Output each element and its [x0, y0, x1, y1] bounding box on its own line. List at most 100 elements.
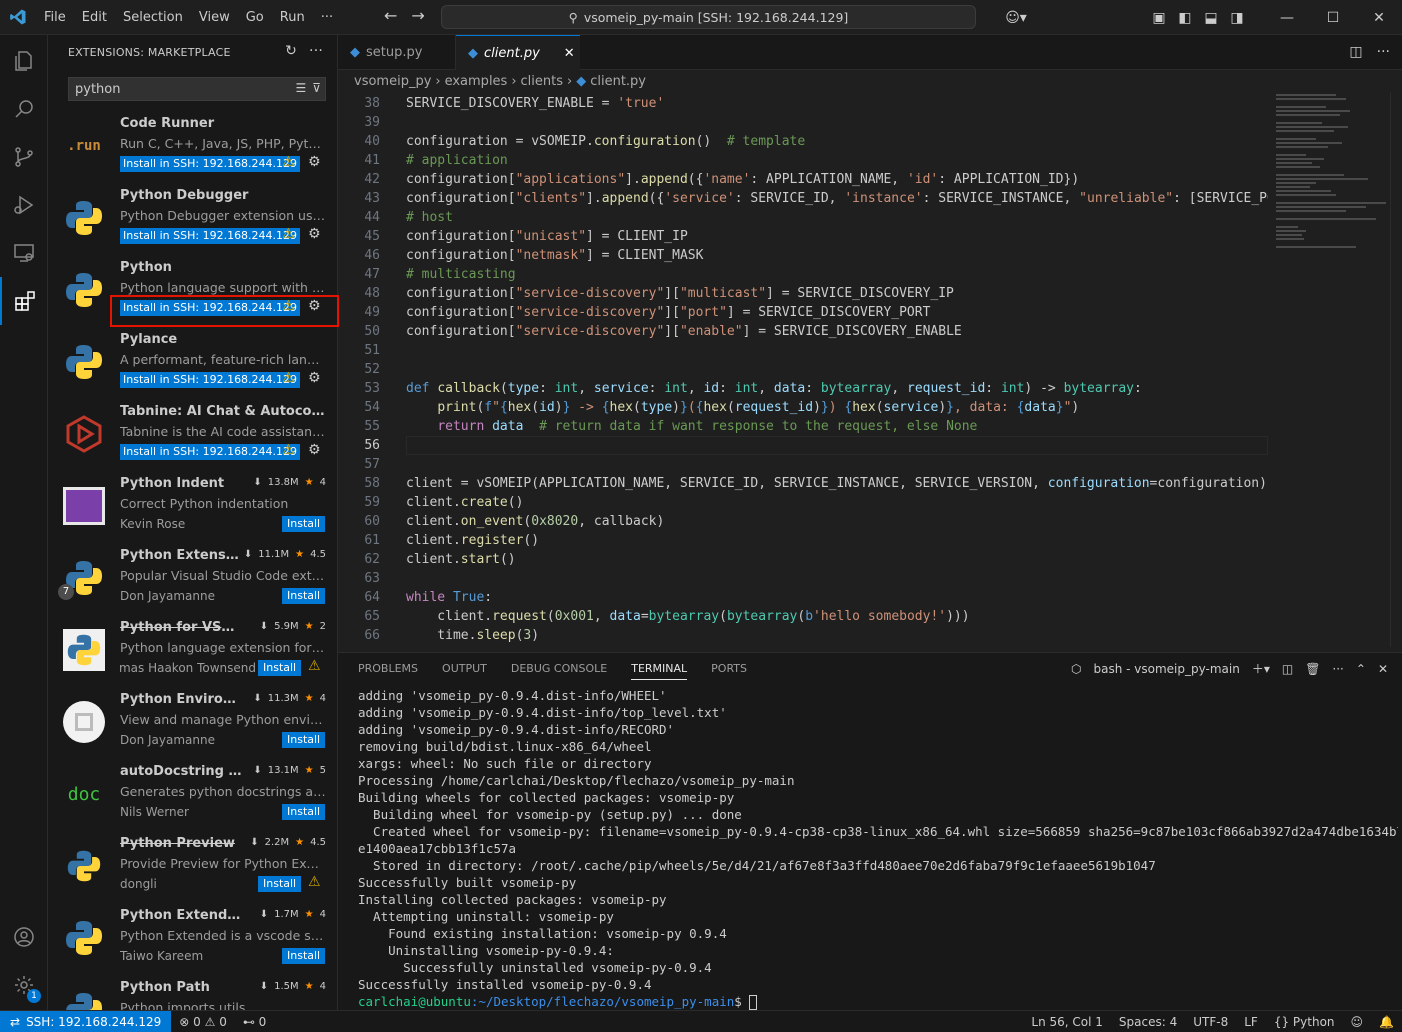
install-button[interactable]: Install [258, 876, 302, 892]
tab-output[interactable]: OUTPUT [442, 662, 487, 675]
extension-item[interactable]: Tabnine: AI Chat & Autocomplete for Java… [48, 398, 337, 470]
extension-item[interactable]: Python Preview ⬇ 2.2M ★ 4.5 Provide Preview… [48, 830, 337, 902]
filter-icon[interactable]: ⊽ [312, 81, 321, 95]
customize-layout-icon[interactable]: ▣ [1146, 10, 1172, 26]
language-mode[interactable]: {} Python [1266, 1015, 1343, 1029]
warning-icon[interactable]: ⚠ [282, 154, 295, 170]
close-window-icon[interactable]: ✕ [1356, 10, 1402, 26]
remote-indicator[interactable]: ⇄ SSH: 192.168.244.129 [0, 1010, 172, 1032]
manage-gear-icon[interactable]: ⚙ [308, 370, 321, 386]
warning-icon[interactable]: ⚠ [282, 370, 295, 386]
install-ssh-button[interactable]: Install in SSH: 192.168.244.129 [120, 156, 301, 172]
account-icon[interactable] [0, 913, 48, 961]
install-button[interactable]: Install [282, 804, 326, 820]
code-editor[interactable]: 38 SERVICE_DISCOVERY_ENABLE = 'true' 39 4… [338, 94, 1268, 647]
install-button[interactable]: Install [282, 516, 326, 532]
menu-run[interactable]: Run [272, 0, 313, 35]
terminal-name[interactable]: bash - vsomeip_py-main [1093, 662, 1239, 676]
tab-terminal[interactable]: TERMINAL [631, 662, 688, 680]
clear-filter-icon[interactable]: ☰ [295, 81, 306, 95]
more-actions-icon[interactable]: ··· [1377, 44, 1390, 60]
maximize-icon[interactable]: ☐ [1310, 10, 1356, 26]
explorer-icon[interactable] [0, 37, 48, 85]
copilot-status-icon[interactable]: ☺ [1343, 1015, 1372, 1029]
extension-item[interactable]: Python Indent ⬇ 13.8M ★ 4 Correct Python in… [48, 470, 337, 542]
minimize-icon[interactable]: — [1264, 10, 1310, 26]
more-actions-icon[interactable]: ··· [1332, 662, 1343, 676]
breadcrumb-item[interactable]: client.py [590, 74, 646, 89]
manage-gear-icon[interactable]: 1 [0, 961, 48, 1009]
extension-item[interactable]: Python Debugger Python Debugger extensio… [48, 182, 337, 254]
extension-item[interactable]: Python Environment Manager ⬇ 11.3M ★ 4 View… [48, 686, 337, 758]
install-button[interactable]: Install [258, 660, 302, 676]
install-ssh-button[interactable]: Install in SSH: 192.168.244.129 [120, 444, 301, 460]
back-arrow-icon[interactable]: ← [384, 6, 397, 25]
source-control-icon[interactable] [0, 133, 48, 181]
copilot-icon[interactable]: ☺▾ [996, 10, 1036, 26]
forward-arrow-icon[interactable]: → [411, 6, 424, 25]
menu-file[interactable]: File [36, 0, 74, 35]
extension-item[interactable]: Pylance A performant, feature-rich langu… [48, 326, 337, 398]
warning-icon[interactable]: ⚠ [282, 226, 295, 242]
extension-item[interactable]: Python Extended ⬇ 1.7M ★ 4 Python Extended … [48, 902, 337, 974]
close-panel-icon[interactable]: ✕ [1378, 662, 1388, 676]
install-ssh-button[interactable]: Install in SSH: 192.168.244.129 [120, 372, 301, 388]
ports-status[interactable]: ⊷ 0 [235, 1015, 274, 1029]
split-editor-icon[interactable]: ◫ [1349, 44, 1362, 60]
extension-item[interactable]: Python Path ⬇ 1.5M ★ 4 Python imports utils… [48, 974, 337, 1010]
indentation[interactable]: Spaces: 4 [1111, 1015, 1185, 1029]
extensions-search-input[interactable]: python ☰ ⊽ [68, 77, 326, 101]
cursor-position[interactable]: Ln 56, Col 1 [1023, 1015, 1111, 1029]
tab-debug-console[interactable]: DEBUG CONSOLE [511, 662, 607, 675]
breadcrumb-item[interactable]: examples [445, 74, 508, 89]
manage-gear-icon[interactable]: ⚙ [308, 154, 321, 170]
menu-go[interactable]: Go [238, 0, 272, 35]
install-ssh-button[interactable]: Install in SSH: 192.168.244.129 [120, 228, 301, 244]
more-actions-icon[interactable]: ··· [309, 43, 323, 59]
extension-item[interactable]: doc autoDocstring - Python Docstring Gen… [48, 758, 337, 830]
manage-gear-icon[interactable]: ⚙ [308, 442, 321, 458]
tab-client-py[interactable]: ◆ client.py ✕ [456, 35, 580, 70]
menu-more[interactable]: ··· [313, 0, 341, 35]
extension-item[interactable]: 7 Python Extension Pack ⬇ 11.1M ★ 4.5 Popul… [48, 542, 337, 614]
menu-selection[interactable]: Selection [115, 0, 191, 35]
menu-view[interactable]: View [191, 0, 238, 35]
toggle-secondary-sidebar-icon[interactable]: ◨ [1224, 10, 1250, 26]
close-tab-icon[interactable]: ✕ [564, 46, 575, 61]
run-debug-icon[interactable] [0, 181, 48, 229]
toggle-panel-icon[interactable]: ⬓ [1198, 10, 1224, 26]
install-button[interactable]: Install [282, 732, 326, 748]
maximize-panel-icon[interactable]: ⌃ [1356, 662, 1366, 676]
refresh-icon[interactable]: ↻ [285, 43, 297, 59]
extension-item[interactable]: Python for VSCode ⬇ 5.9M ★ 2 Python languag… [48, 614, 337, 686]
install-button[interactable]: Install [282, 948, 326, 964]
breadcrumb-item[interactable]: clients [521, 74, 563, 89]
new-terminal-icon[interactable]: ＋▾ [1252, 660, 1270, 677]
minimap[interactable] [1268, 92, 1390, 647]
vertical-scrollbar[interactable] [1390, 92, 1402, 647]
split-terminal-icon[interactable]: ◫ [1282, 662, 1293, 676]
extensions-icon[interactable] [0, 277, 48, 325]
warning-icon[interactable]: ⚠ [282, 442, 295, 458]
end-of-line[interactable]: LF [1236, 1015, 1266, 1029]
encoding[interactable]: UTF-8 [1185, 1015, 1236, 1029]
kill-terminal-icon[interactable]: 🗑 [1305, 662, 1320, 676]
terminal-output[interactable]: adding 'vsomeip_py-0.9.4.dist-info/WHEEL… [358, 687, 1398, 1010]
warning-icon[interactable]: ⚠ [308, 658, 321, 674]
command-center[interactable]: ⚲ vsomeip_py-main [SSH: 192.168.244.129] [441, 5, 976, 29]
install-button[interactable]: Install [282, 588, 326, 604]
notifications-bell-icon[interactable]: 🔔 [1371, 1015, 1402, 1029]
tab-setup-py[interactable]: ◆ setup.py [338, 35, 456, 70]
manage-gear-icon[interactable]: ⚙ [308, 226, 321, 242]
menu-edit[interactable]: Edit [74, 0, 115, 35]
tab-ports[interactable]: PORTS [711, 662, 747, 675]
remote-explorer-icon[interactable] [0, 229, 48, 277]
search-icon[interactable] [0, 85, 48, 133]
breadcrumb-item[interactable]: vsomeip_py [354, 74, 431, 89]
problems-status[interactable]: ⊗ 0 ⚠ 0 [171, 1015, 235, 1029]
extension-item[interactable]: .run Code Runner Run C, C++, Java, JS, P… [48, 110, 337, 182]
warning-icon[interactable]: ⚠ [308, 874, 321, 890]
chevron-right-icon: › [511, 73, 517, 89]
toggle-sidebar-icon[interactable]: ◧ [1172, 10, 1198, 26]
tab-problems[interactable]: PROBLEMS [358, 662, 418, 675]
